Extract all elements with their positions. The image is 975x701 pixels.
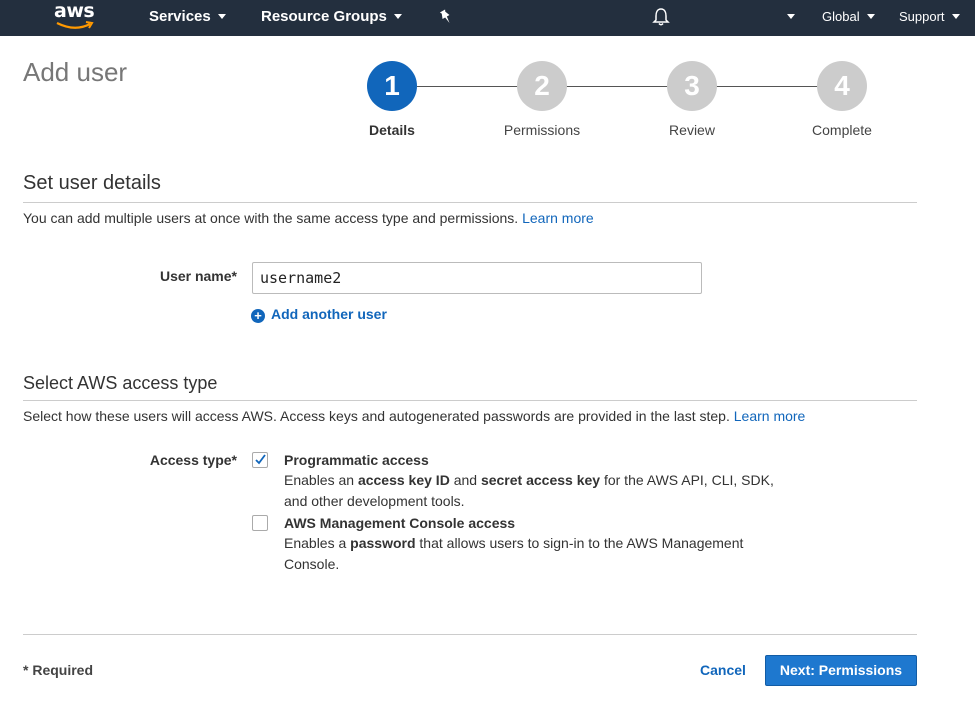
step-number: 4 (817, 61, 867, 111)
region-menu[interactable]: Global (822, 0, 875, 36)
step-permissions: 2 Permissions (492, 61, 592, 138)
required-note: * Required (23, 662, 94, 678)
programmatic-access-checkbox[interactable] (252, 452, 268, 468)
support-label: Support (899, 9, 945, 24)
desc-emphasis: access key ID (357, 472, 450, 488)
step-complete: 4 Complete (792, 61, 892, 138)
console-access-description: Enables a password that allows users to … (284, 533, 754, 575)
access-type-heading: Select AWS access type (23, 373, 218, 393)
step-label: Review (669, 122, 715, 138)
programmatic-access-description: Enables an access key ID and secret acce… (284, 470, 779, 512)
bell-icon[interactable] (651, 7, 671, 27)
console-access-checkbox[interactable] (252, 515, 268, 531)
chevron-down-icon (393, 13, 402, 19)
top-navigation-bar: aws Services Resource Groups Global Supp… (0, 0, 975, 36)
learn-more-link[interactable]: Learn more (522, 210, 594, 226)
desc-text: Enables a (284, 535, 351, 551)
section-divider (23, 202, 917, 203)
desc-text: Enables an (284, 472, 358, 488)
description-text: Select how these users will access AWS. … (23, 408, 730, 424)
add-another-user-label: Add another user (271, 306, 387, 322)
username-label: User name* (159, 268, 237, 284)
services-menu[interactable]: Services (149, 0, 226, 36)
step-label: Permissions (503, 122, 581, 138)
account-menu[interactable] (780, 0, 795, 36)
wizard-stepper: 1 Details 2 Permissions 3 Review 4 Compl… (340, 61, 900, 151)
chevron-down-icon (866, 14, 875, 20)
description-text: You can add multiple users at once with … (23, 210, 519, 226)
resource-groups-label: Resource Groups (261, 8, 387, 25)
aws-logo[interactable]: aws (54, 0, 98, 32)
resource-groups-menu[interactable]: Resource Groups (261, 0, 402, 36)
step-review: 3 Review (642, 61, 742, 138)
cancel-button[interactable]: Cancel (700, 662, 746, 678)
desc-emphasis: password (350, 535, 416, 551)
next-permissions-button[interactable]: Next: Permissions (765, 655, 917, 686)
access-type-description: Select how these users will access AWS. … (23, 408, 805, 424)
learn-more-link[interactable]: Learn more (734, 408, 806, 424)
section-divider (23, 400, 917, 401)
services-label: Services (149, 8, 211, 25)
page-title: Add user (23, 57, 128, 87)
console-access-title: AWS Management Console access (284, 515, 516, 531)
pin-icon[interactable] (436, 7, 456, 27)
checkmark-icon (255, 454, 266, 465)
step-number: 1 (367, 61, 417, 111)
footer-divider (23, 634, 917, 635)
chevron-down-icon (951, 14, 960, 20)
user-details-description: You can add multiple users at once with … (23, 210, 594, 226)
chevron-down-icon (217, 13, 226, 19)
chevron-down-icon (787, 14, 795, 20)
step-label: Complete (812, 122, 872, 138)
username-input[interactable] (252, 262, 702, 294)
region-label: Global (822, 9, 860, 24)
desc-text: and (449, 472, 481, 488)
aws-logo-text: aws (54, 0, 95, 22)
user-details-heading: Set user details (23, 172, 161, 194)
step-label: Details (369, 122, 415, 138)
access-type-label: Access type* (149, 452, 237, 468)
step-number: 2 (517, 61, 567, 111)
add-another-user-button[interactable]: + Add another user (251, 306, 387, 323)
desc-emphasis: secret access key (480, 472, 601, 488)
plus-circle-icon: + (251, 309, 265, 323)
aws-smile-icon (56, 21, 94, 29)
programmatic-access-title: Programmatic access (284, 452, 429, 468)
support-menu[interactable]: Support (899, 0, 960, 36)
step-number: 3 (667, 61, 717, 111)
step-details: 1 Details (342, 61, 442, 138)
